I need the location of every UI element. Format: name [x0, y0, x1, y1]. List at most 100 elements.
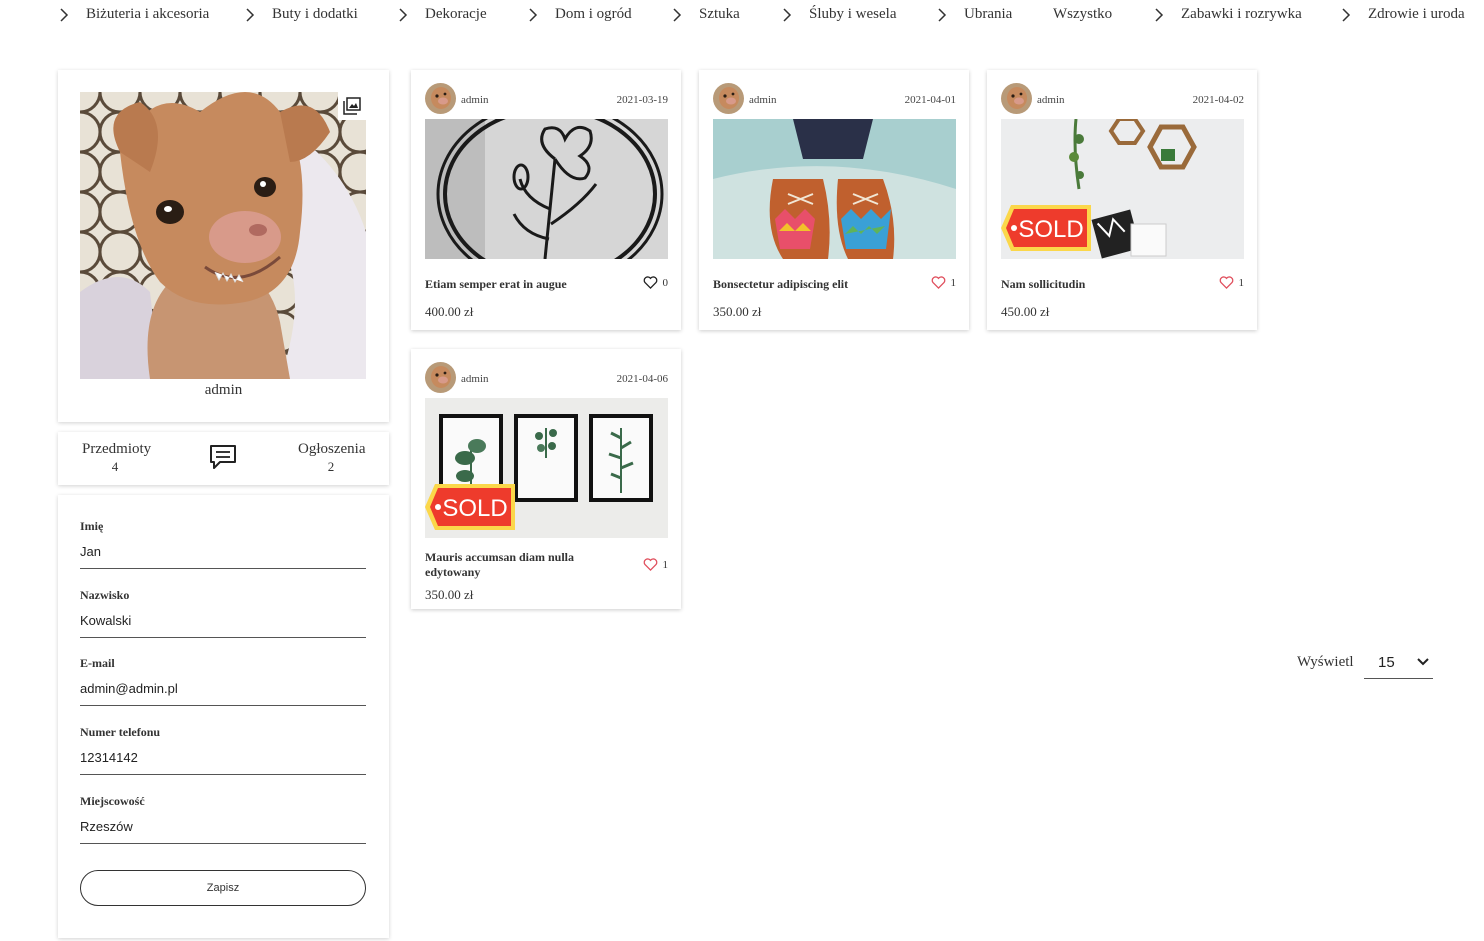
ads-stat-label: Ogłoszenia — [298, 441, 366, 457]
card-author[interactable]: admin — [749, 94, 777, 106]
heart-outline-icon — [643, 276, 657, 289]
nav-category-wszystko[interactable]: Wszystko — [1053, 6, 1112, 23]
author-avatar[interactable] — [425, 362, 456, 393]
sold-badge: SOLD — [425, 484, 515, 530]
first-name-field: Imię — [80, 519, 366, 569]
dog-photo — [80, 92, 366, 379]
product-image[interactable]: SOLD — [425, 398, 668, 538]
product-title[interactable]: Etiam semper erat in augue — [425, 277, 625, 292]
nav-category-label: Buty i dodatki — [272, 6, 358, 22]
items-stat[interactable]: Przedmioty 4 — [82, 441, 152, 475]
product-card[interactable]: admin 2021-04-02 SOLD Nam sollicitudin 1… — [987, 70, 1257, 330]
nav-category-label: Ubrania — [964, 6, 1013, 22]
last-name-input[interactable] — [80, 613, 366, 638]
city-field: Miejscowość — [80, 794, 366, 844]
sold-badge-label: SOLD — [442, 495, 507, 522]
like-button[interactable]: 1 — [931, 276, 957, 289]
product-price: 450.00 zł — [1001, 304, 1050, 319]
product-price: 350.00 zł — [713, 304, 762, 319]
profile-card: admin — [58, 70, 389, 422]
chat-bubble-icon[interactable] — [208, 443, 238, 471]
product-card[interactable]: admin 2021-03-19 Etiam semper erat in au… — [411, 70, 681, 330]
card-author[interactable]: admin — [461, 94, 489, 106]
product-image[interactable] — [713, 119, 956, 259]
product-price: 350.00 zł — [425, 587, 474, 602]
author-avatar[interactable] — [425, 83, 456, 114]
change-photo-button[interactable] — [338, 92, 366, 120]
card-date: 2021-04-02 — [1192, 94, 1244, 106]
display-count-select[interactable]: 15 — [1364, 646, 1433, 679]
product-image[interactable]: SOLD — [1001, 119, 1244, 259]
nav-category-dekoracje[interactable]: Dekoracje — [395, 6, 487, 23]
nav-category-zdrowie[interactable]: Zdrowie i uroda — [1338, 6, 1465, 23]
nav-category-zabawki[interactable]: Zabawki i rozrywka — [1151, 6, 1302, 23]
profile-avatar[interactable] — [80, 92, 366, 379]
ads-stat-count: 2 — [327, 459, 335, 474]
phone-input[interactable] — [80, 750, 366, 775]
chevron-right-icon — [399, 7, 408, 22]
product-title[interactable]: Nam sollicitudin — [1001, 277, 1201, 292]
card-date: 2021-04-01 — [904, 94, 956, 106]
nav-category-label: Biżuteria i akcesoria — [86, 6, 210, 22]
ads-stat[interactable]: Ogłoszenia 2 — [298, 441, 366, 475]
profile-form: Imię Nazwisko E-mail Numer telefonu Miej… — [58, 495, 389, 938]
card-header: admin 2021-03-19 — [425, 83, 668, 115]
like-button[interactable]: 1 — [643, 558, 669, 571]
image-icon — [343, 97, 361, 115]
nav-category-bizuteria[interactable]: Biżuteria i akcesoria — [56, 6, 209, 23]
author-avatar[interactable] — [713, 83, 744, 114]
city-label: Miejscowość — [80, 794, 145, 808]
nav-category-ubrania[interactable]: Ubrania — [934, 6, 1012, 23]
profile-username: admin — [204, 382, 243, 398]
nav-category-label: Wszystko — [1053, 6, 1113, 22]
chevron-right-icon — [1155, 7, 1164, 22]
email-field: E-mail — [80, 656, 366, 706]
chevron-right-icon — [673, 7, 682, 22]
first-name-input[interactable] — [80, 544, 366, 569]
card-header: admin 2021-04-02 — [1001, 83, 1244, 115]
heart-liked-icon — [643, 558, 657, 571]
like-button[interactable]: 0 — [643, 276, 669, 289]
nav-category-sluby[interactable]: Śluby i wesela — [779, 6, 897, 23]
author-avatar[interactable] — [1001, 83, 1032, 114]
nav-category-label: Dom i ogród — [555, 6, 632, 22]
items-stat-label: Przedmioty — [82, 441, 152, 457]
email-label: E-mail — [80, 656, 115, 670]
product-title[interactable]: Mauris accumsan diam nulla edytowany — [425, 550, 625, 580]
like-count: 1 — [662, 558, 669, 571]
card-author[interactable]: admin — [1037, 94, 1065, 106]
nav-category-label: Zabawki i rozrywka — [1181, 6, 1302, 22]
card-author[interactable]: admin — [461, 373, 489, 385]
category-nav: Biżuteria i akcesoria Buty i dodatki Dek… — [0, 0, 1484, 30]
nav-category-sztuka[interactable]: Sztuka — [669, 6, 740, 23]
display-count-label: Wyświetl — [1297, 654, 1354, 670]
nav-category-buty[interactable]: Buty i dodatki — [242, 6, 358, 23]
chevron-right-icon — [529, 7, 538, 22]
like-count: 1 — [950, 276, 957, 289]
first-name-label: Imię — [80, 519, 104, 533]
save-button[interactable]: Zapisz — [80, 870, 366, 906]
items-stat-count: 4 — [111, 459, 119, 474]
city-input[interactable] — [80, 819, 366, 844]
email-input[interactable] — [80, 681, 366, 706]
product-card[interactable]: admin 2021-04-01 Bonsectetur adipiscing … — [699, 70, 969, 330]
phone-field: Numer telefonu — [80, 725, 366, 775]
product-image[interactable] — [425, 119, 668, 259]
nav-category-label: Zdrowie i uroda — [1368, 6, 1465, 22]
card-header: admin 2021-04-06 — [425, 362, 668, 394]
chevron-right-icon — [1342, 7, 1351, 22]
nav-category-dom[interactable]: Dom i ogród — [525, 6, 632, 23]
sold-badge-label: SOLD — [1018, 216, 1083, 243]
like-count: 0 — [662, 276, 669, 289]
nav-category-label: Dekoracje — [425, 6, 487, 22]
like-button[interactable]: 1 — [1219, 276, 1244, 289]
chevron-down-icon — [1417, 658, 1429, 666]
stats-card: Przedmioty 4 Ogłoszenia 2 — [58, 432, 389, 485]
nav-category-label: Śluby i wesela — [809, 6, 897, 22]
sold-badge: SOLD — [1001, 205, 1091, 251]
product-card[interactable]: admin 2021-04-06 SOLD Mauris accumsan di… — [411, 349, 681, 609]
product-title[interactable]: Bonsectetur adipiscing elit — [713, 277, 913, 292]
chevron-right-icon — [246, 7, 255, 22]
chevron-right-icon — [60, 7, 69, 22]
last-name-field: Nazwisko — [80, 588, 366, 638]
